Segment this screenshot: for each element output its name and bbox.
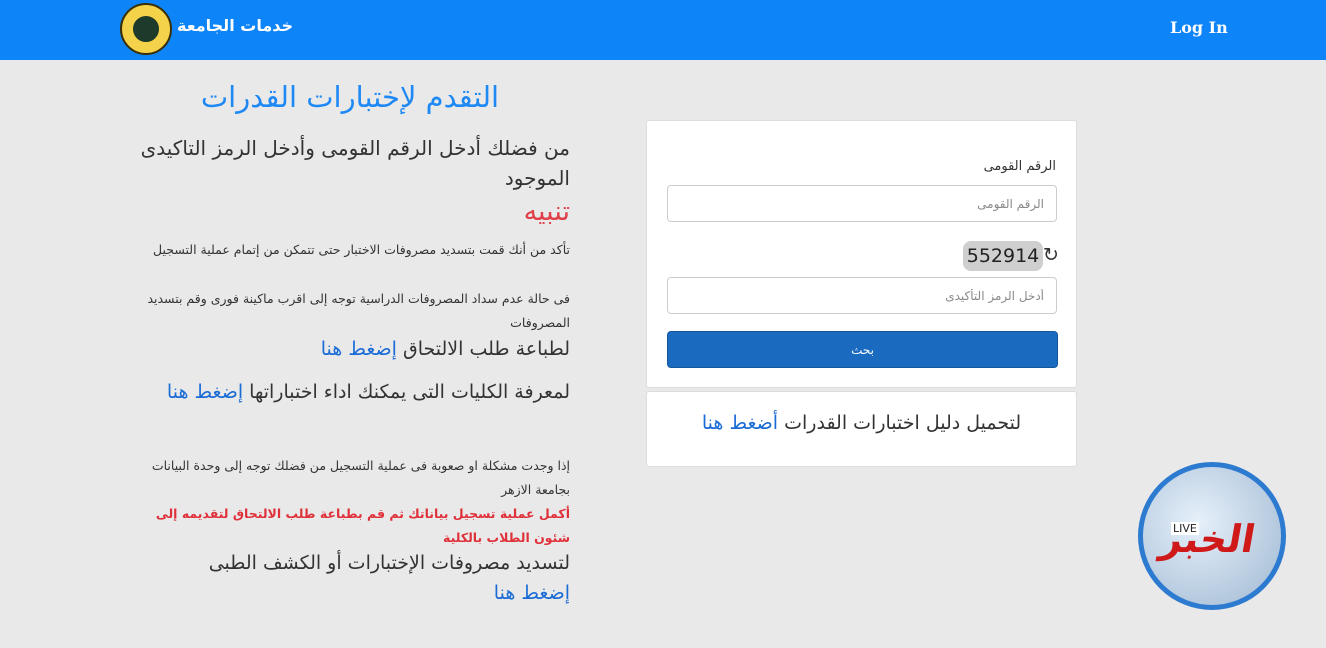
- colleges-link[interactable]: إضغط هنا: [167, 381, 243, 403]
- print-row: لطباعة طلب الالتحاق إضغط هنا: [130, 334, 570, 364]
- national-id-input[interactable]: [667, 185, 1057, 222]
- captcha-input[interactable]: [667, 277, 1057, 314]
- refresh-icon[interactable]: ↻: [1043, 244, 1059, 266]
- login-link[interactable]: Log In: [1170, 18, 1228, 37]
- print-text: لطباعة طلب الالتحاق: [402, 338, 570, 360]
- page-title: التقدم لإختبارات القدرات: [200, 80, 500, 114]
- captcha-image: 552914: [963, 241, 1043, 271]
- guide-card: لتحميل دليل اختبارات القدرات أضغط هنا: [646, 391, 1077, 467]
- news-badge-logo[interactable]: الخبر LIVE: [1138, 462, 1286, 610]
- navbar: خدمات الجامعة Log In: [0, 0, 1326, 60]
- instruction-text: من فضلك أدخل الرقم القومى وأدخل الرمز ال…: [140, 136, 570, 190]
- brand-title[interactable]: خدمات الجامعة: [177, 16, 293, 35]
- national-id-label: الرقم القومى: [983, 159, 1056, 174]
- login-card: الرقم القومى 552914 ↻ بحث: [646, 120, 1077, 388]
- search-button[interactable]: بحث: [667, 331, 1058, 368]
- problem-text: إذا وجدت مشكلة او صعوبة فى عملية التسجيل…: [151, 458, 570, 497]
- fees-link[interactable]: إضغط هنا: [494, 582, 570, 604]
- fees-row: لتسديد مصروفات الإختبارات أو الكشف الطبى…: [130, 548, 570, 608]
- print-link[interactable]: إضغط هنا: [321, 338, 397, 360]
- badge-live: LIVE: [1171, 522, 1199, 535]
- warning-title: تنبيه: [523, 196, 570, 227]
- guide-row: لتحميل دليل اختبارات القدرات أضغط هنا: [647, 412, 1076, 434]
- colleges-row: لمعرفة الكليات التى يمكنك اداء اختباراته…: [130, 377, 570, 407]
- university-logo-icon[interactable]: [120, 3, 172, 55]
- complete-text: أكمل عملية تسجيل بياناتك ثم قم بطباعة طل…: [155, 506, 570, 545]
- guide-text: لتحميل دليل اختبارات القدرات: [784, 412, 1022, 434]
- fees-text: لتسديد مصروفات الإختبارات أو الكشف الطبى: [208, 552, 570, 574]
- guide-link[interactable]: أضغط هنا: [702, 412, 778, 434]
- warning-paragraph-2: فى حالة عدم سداد المصروفات الدراسية توجه…: [147, 291, 570, 330]
- warning-paragraph-1: تأكد من أنك قمت بتسديد مصروفات الاختبار …: [153, 242, 570, 257]
- colleges-text: لمعرفة الكليات التى يمكنك اداء اختباراته…: [249, 381, 570, 403]
